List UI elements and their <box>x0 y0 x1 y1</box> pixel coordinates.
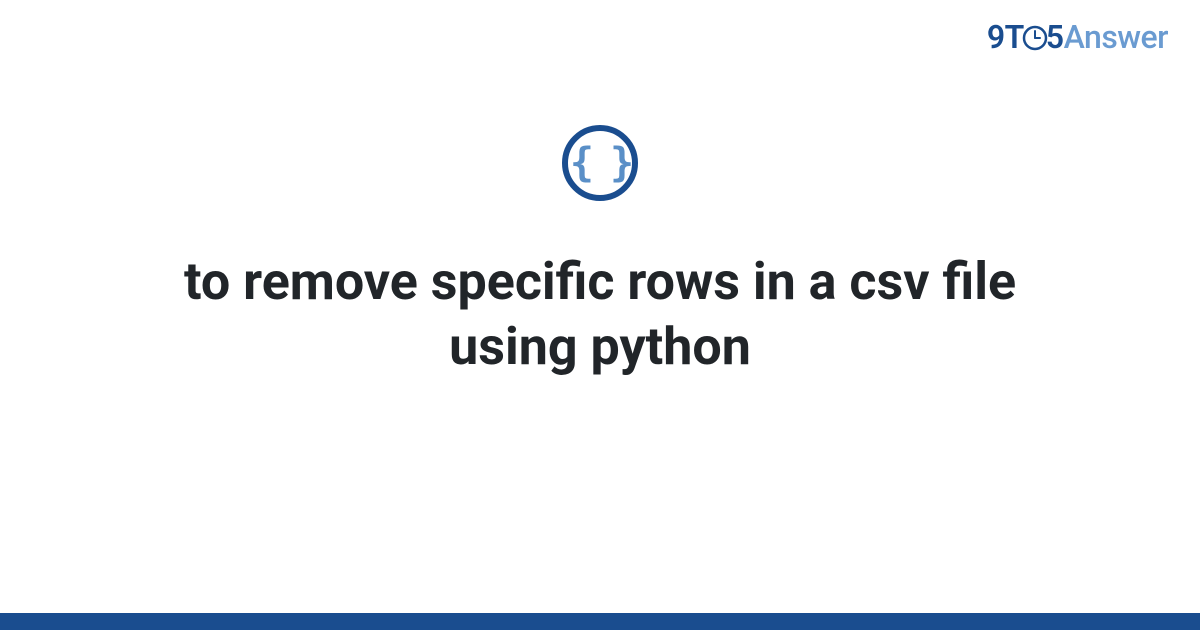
header: 9T 5Answer <box>987 18 1168 56</box>
braces-glyph: { } <box>570 140 630 186</box>
page-title: to remove specific rows in a csv file us… <box>120 249 1080 379</box>
logo-middle: 5 <box>1046 18 1064 56</box>
footer-bar <box>0 613 1200 630</box>
main-content: { } to remove specific rows in a csv fil… <box>0 125 1200 379</box>
site-logo: 9T 5Answer <box>987 18 1168 56</box>
clock-icon <box>1022 25 1048 51</box>
logo-suffix: Answer <box>1064 18 1168 56</box>
logo-prefix: 9T <box>987 18 1024 56</box>
code-braces-icon: { } <box>562 125 638 201</box>
